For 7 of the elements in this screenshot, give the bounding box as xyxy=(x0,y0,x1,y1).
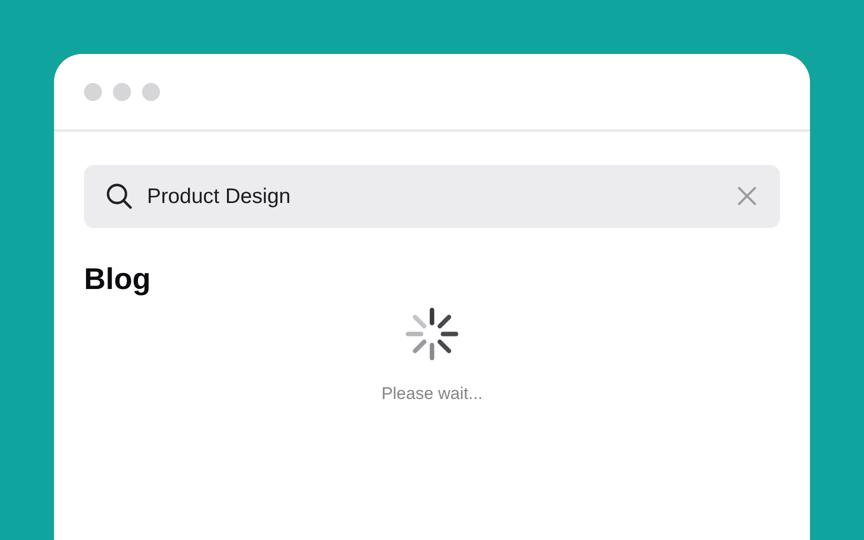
section-heading: Blog xyxy=(84,262,152,298)
loading-message: Please wait... xyxy=(381,384,483,404)
window-dot[interactable] xyxy=(84,82,102,100)
close-icon[interactable] xyxy=(737,186,757,206)
window-dot[interactable] xyxy=(142,82,160,100)
window-dot[interactable] xyxy=(113,82,131,100)
search-field[interactable]: Product Design xyxy=(84,165,780,228)
